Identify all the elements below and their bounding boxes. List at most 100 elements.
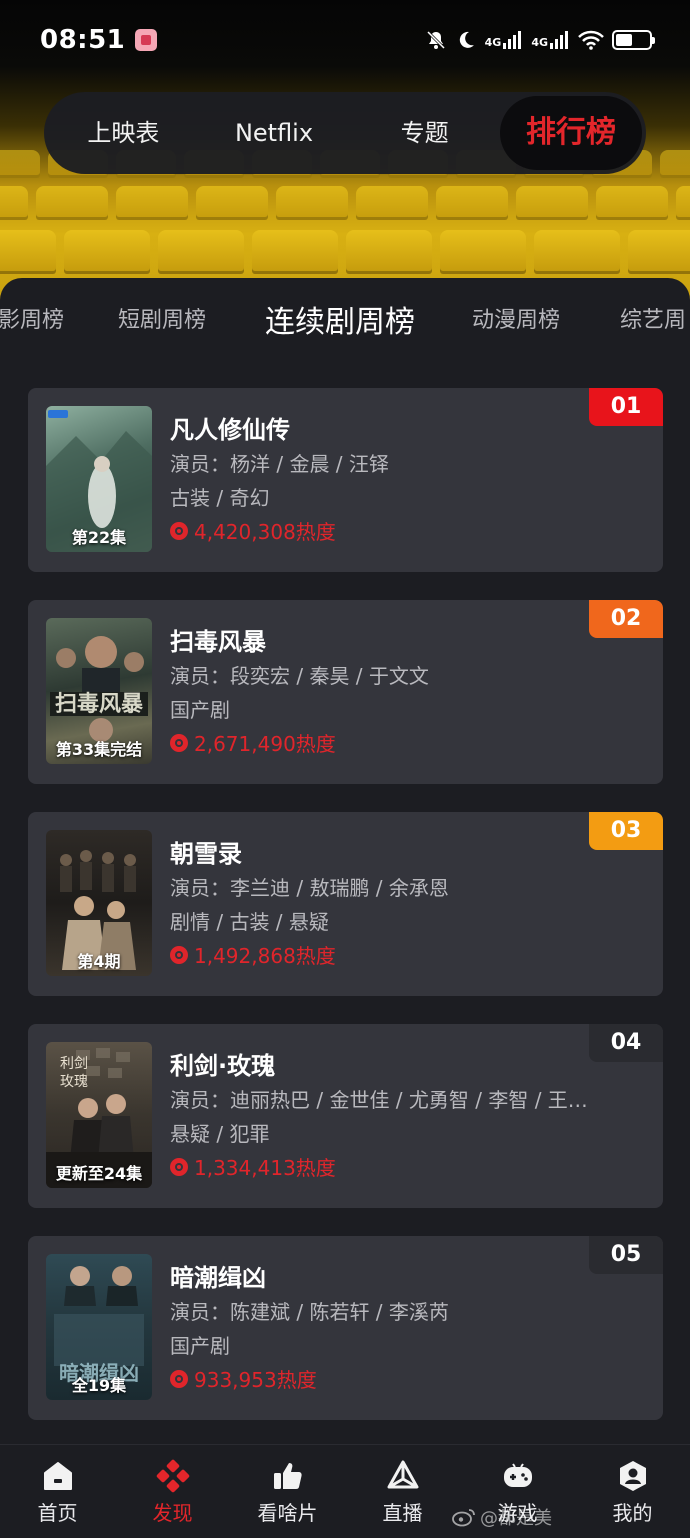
ranking-category-tabs: 影周榜 短剧周榜 连续剧周榜 动漫周榜 综艺周 [0,278,690,358]
content-panel: 影周榜 短剧周榜 连续剧周榜 动漫周榜 综艺周 第22集 凡人修仙传 演员：杨洋… [0,278,690,1538]
network-type-2: 4G [531,36,548,49]
battery-icon [612,30,655,50]
bottom-nav: 首页 发现 看啥片 直播 游戏 我的 [0,1444,690,1538]
poster-image: 利剑玫瑰 更新至24集 [46,1042,152,1188]
ranking-card[interactable]: 第22集 凡人修仙传 演员：杨洋 / 金晨 / 汪铎 古装 / 奇幻 4,420… [28,388,663,572]
rank-badge: 05 [589,1236,663,1274]
discover-icon [156,1459,189,1493]
poster-image: 暗潮缉凶 全19集 [46,1254,152,1400]
heat-icon [170,1369,188,1388]
sub-tab-variety-weekly[interactable]: 综艺周 [620,302,686,334]
show-title: 朝雪录 [170,840,242,868]
ranking-card[interactable]: 扫毒风暴 第33集完结 扫毒风暴 演员：段奕宏 / 秦昊 / 于文文 国产剧 2… [28,600,663,784]
weibo-icon [452,1509,475,1527]
thumbs-up-icon [273,1463,302,1489]
rank-badge: 03 [589,812,663,850]
heat-icon [170,733,188,752]
heat-icon [170,945,188,964]
tab-topics[interactable]: 专题 [349,96,500,170]
sub-tab-short-drama-weekly[interactable]: 短剧周榜 [118,302,206,334]
poster-image: 扫毒风暴 第33集完结 [46,618,152,764]
signal-icon-2: 4G [531,31,570,49]
rank-badge: 02 [589,600,663,638]
nav-label: 我的 [612,1501,653,1525]
network-type-1: 4G [484,36,502,49]
poster-episode-label: 第4期 [77,952,121,971]
mute-bell-icon [426,30,445,50]
nav-discover[interactable]: 发现 [115,1445,230,1538]
ranking-card[interactable]: 第4期 朝雪录 演员：李兰迪 / 敖瑞鹏 / 余承恩 剧情 / 古装 / 悬疑 … [28,812,663,996]
poster-image: 第4期 [46,830,152,976]
wifi-icon [578,30,604,50]
nav-home[interactable]: 首页 [0,1445,115,1538]
poster-episode-label: 更新至24集 [55,1164,143,1183]
nav-label: 首页 [37,1501,78,1525]
rank-badge: 04 [589,1024,663,1062]
watermark: @都是美 [452,1504,552,1530]
gamepad-icon [503,1463,532,1487]
show-heat: 933,953热度 [170,1364,317,1393]
show-title: 扫毒风暴 [170,628,266,656]
show-genre: 国产剧 [170,698,230,722]
platform-badge [48,410,68,418]
nav-what-to-watch[interactable]: 看啥片 [230,1445,345,1538]
status-bar: 08:51 4G 4G [0,0,690,80]
tab-schedule[interactable]: 上映表 [48,96,199,170]
svg-text:扫毒风暴: 扫毒风暴 [55,691,144,717]
status-time: 08:51 [40,25,158,55]
show-cast: 演员：李兰迪 / 敖瑞鹏 / 余承恩 [170,876,449,900]
show-heat: 1,334,413热度 [170,1152,336,1181]
heat-value: 4,420,308热度 [194,520,336,544]
show-genre: 古装 / 奇幻 [170,486,270,510]
show-title: 利剑·玫瑰 [170,1052,276,1080]
poster-image: 第22集 [46,406,152,552]
show-cast: 演员：杨洋 / 金晨 / 汪铎 [170,452,389,476]
top-nav: 上映表 Netflix 专题 排行榜 [44,92,646,174]
sub-tab-anime-weekly[interactable]: 动漫周榜 [472,302,560,334]
heat-value: 1,334,413热度 [194,1156,336,1180]
show-cast: 演员：迪丽热巴 / 金世佳 / 尤勇智 / 李智 / 王… [170,1088,588,1112]
show-cast: 演员：陈建斌 / 陈若轩 / 李溪芮 [170,1300,449,1324]
tab-rankings[interactable]: 排行榜 [500,96,643,170]
heat-value: 2,671,490热度 [194,732,336,756]
svg-text:利剑: 利剑 [60,1056,88,1072]
home-icon [43,1462,72,1490]
clock-text: 08:51 [40,25,126,55]
heat-value: 1,492,868热度 [194,944,336,968]
profile-icon [619,1461,646,1491]
app-notification-icon [135,29,158,51]
show-heat: 1,492,868热度 [170,940,336,969]
status-icons: 4G 4G [425,29,655,51]
show-title: 暗潮缉凶 [170,1264,266,1292]
nav-label: 直播 [382,1501,423,1525]
ranking-card[interactable]: 利剑玫瑰 更新至24集 利剑·玫瑰 演员：迪丽热巴 / 金世佳 / 尤勇智 / … [28,1024,663,1208]
nav-label: 发现 [152,1501,193,1525]
sub-tab-movie-weekly[interactable]: 影周榜 [0,302,64,334]
show-cast: 演员：段奕宏 / 秦昊 / 于文文 [170,664,429,688]
nav-label: 看啥片 [257,1501,318,1525]
show-genre: 悬疑 / 犯罪 [170,1122,270,1146]
live-icon [387,1460,418,1489]
nav-profile[interactable]: 我的 [575,1445,690,1538]
svg-text:玫瑰: 玫瑰 [60,1074,88,1090]
rank-badge: 01 [589,388,663,426]
poster-episode-label: 全19集 [71,1376,127,1395]
poster-episode-label: 第22集 [71,528,127,547]
watermark-text: @都是美 [480,1508,552,1529]
nav-live[interactable]: 直播 [345,1445,460,1538]
poster-episode-label: 第33集完结 [55,740,143,759]
heat-icon [170,521,188,540]
show-heat: 2,671,490热度 [170,728,336,757]
heat-value: 933,953热度 [194,1368,317,1392]
signal-icon-1: 4G [485,31,524,49]
show-genre: 国产剧 [170,1334,230,1358]
tab-netflix[interactable]: Netflix [199,96,350,170]
seat-row [0,230,690,274]
show-title: 凡人修仙传 [170,416,290,444]
ranking-card[interactable]: 暗潮缉凶 全19集 暗潮缉凶 演员：陈建斌 / 陈若轩 / 李溪芮 国产剧 93… [28,1236,663,1420]
heat-icon [170,1157,188,1176]
show-heat: 4,420,308热度 [170,516,336,545]
show-genre: 剧情 / 古装 / 悬疑 [170,910,329,934]
seat-row [0,186,690,220]
sub-tab-series-weekly[interactable]: 连续剧周榜 [265,297,415,341]
